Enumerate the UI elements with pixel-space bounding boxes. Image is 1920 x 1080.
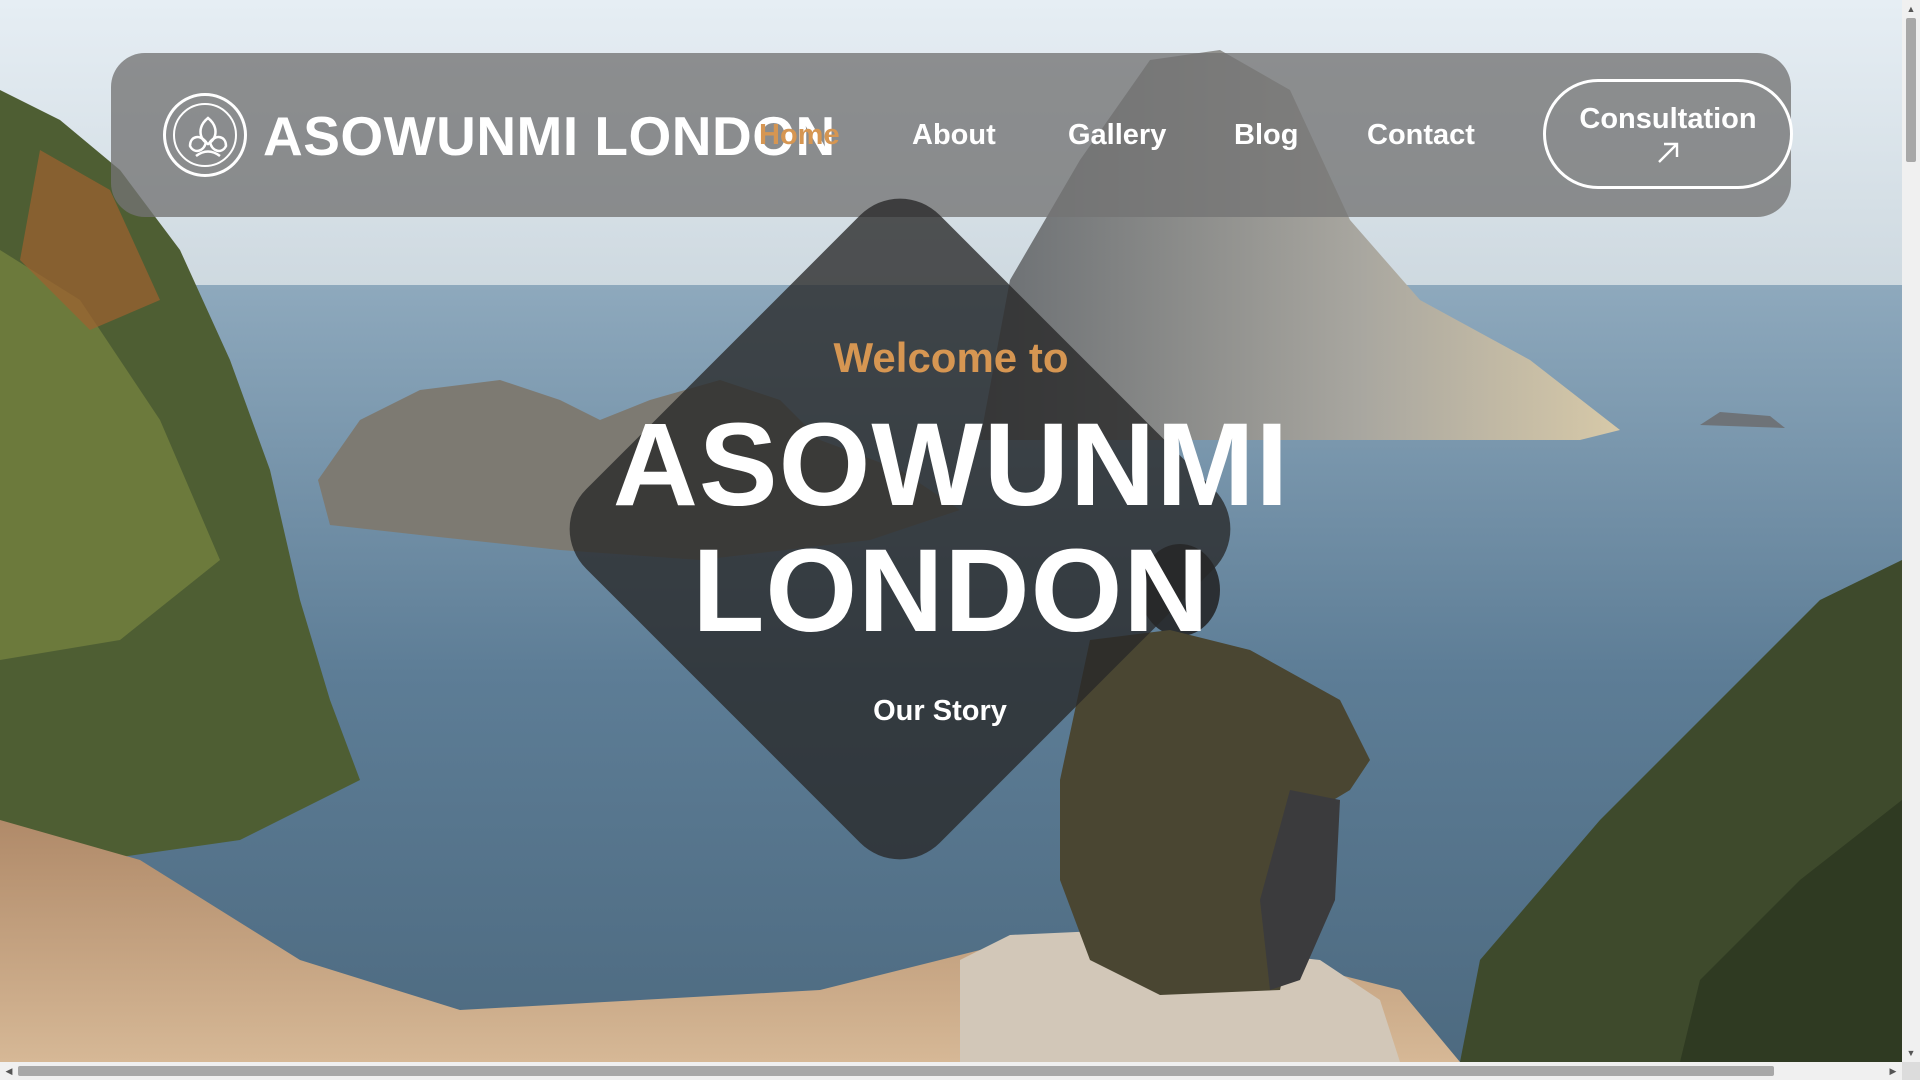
- lotus-leaf-icon: [188, 116, 228, 158]
- vertical-scrollbar[interactable]: ▲ ▼: [1902, 0, 1920, 1062]
- horizontal-scrollbar[interactable]: ◀ ▶: [0, 1062, 1902, 1080]
- our-story-link[interactable]: Our Story: [0, 693, 1880, 729]
- nav-home[interactable]: Home: [759, 117, 840, 153]
- nav-contact[interactable]: Contact: [1367, 117, 1475, 153]
- hero-title: ASOWUNMI LONDON: [0, 402, 1902, 654]
- hero-title-line-2: LONDON: [692, 525, 1210, 657]
- scroll-left-arrow-icon[interactable]: ◀: [0, 1062, 18, 1080]
- brand-logo[interactable]: [163, 93, 247, 177]
- scroll-right-arrow-icon[interactable]: ▶: [1884, 1062, 1902, 1080]
- nav-gallery[interactable]: Gallery: [1068, 117, 1166, 153]
- hero-welcome-text: Welcome to: [833, 334, 1069, 381]
- nav-about[interactable]: About: [912, 117, 996, 153]
- horizontal-scroll-thumb[interactable]: [18, 1066, 1774, 1076]
- consultation-button[interactable]: Consultation: [1543, 79, 1793, 189]
- scrollbar-corner: [1902, 1062, 1920, 1080]
- hero-title-line-1: ASOWUNMI: [612, 399, 1290, 531]
- consultation-label: Consultation: [1579, 103, 1757, 135]
- arrow-up-right-icon: [1658, 142, 1679, 163]
- vertical-scroll-thumb[interactable]: [1906, 18, 1916, 162]
- nav-blog[interactable]: Blog: [1234, 117, 1298, 153]
- scroll-up-arrow-icon[interactable]: ▲: [1902, 0, 1920, 18]
- top-navbar: ASOWUNMI LONDON Home About Gallery Blog …: [111, 53, 1793, 217]
- scroll-down-arrow-icon[interactable]: ▼: [1902, 1044, 1920, 1062]
- brand-name[interactable]: ASOWUNMI LONDON: [263, 105, 836, 167]
